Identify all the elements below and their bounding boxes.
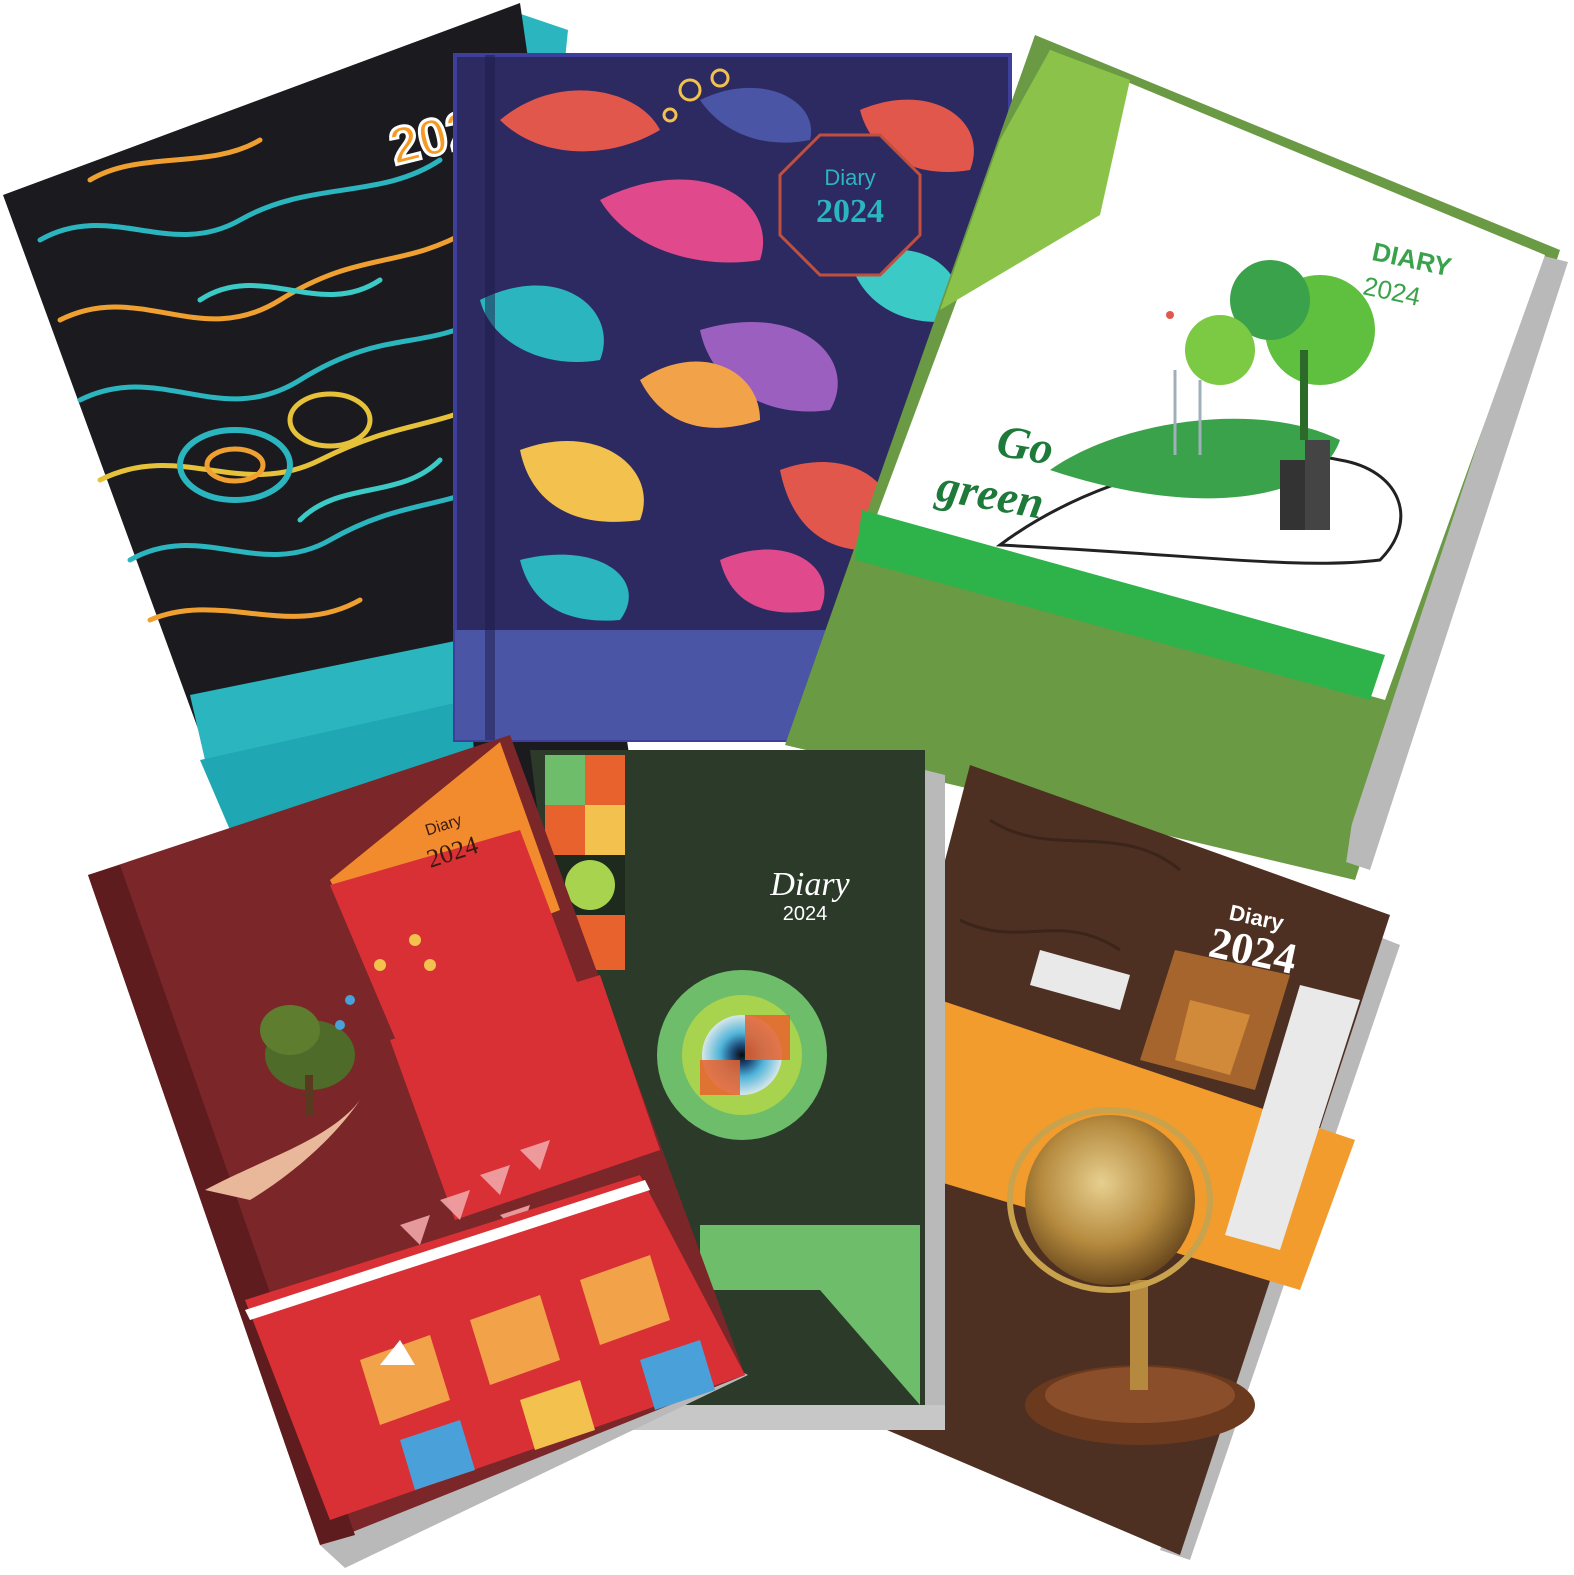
leaves-title: Diary — [824, 165, 875, 190]
diary-collection: 202 Diary 2024 DIARY 2024 Go green Diary… — [0, 0, 1574, 1575]
globe-icon — [1025, 1115, 1195, 1285]
eye-year: 2024 — [783, 903, 828, 925]
eye-title: Diary — [769, 866, 850, 903]
diaries-illustration: 202 Diary 2024 DIARY 2024 Go green Diary… — [3, 3, 1568, 1568]
leaves-year: 2024 — [816, 193, 884, 230]
go-green-slogan-top: Go — [993, 415, 1057, 475]
